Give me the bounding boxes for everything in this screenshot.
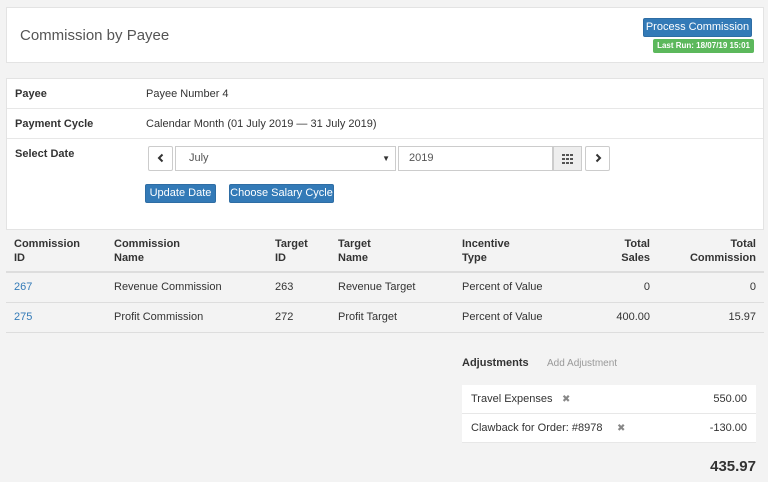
incentive-type: Percent of Value	[462, 311, 543, 323]
payment-cycle-label: Payment Cycle	[15, 118, 94, 130]
last-run-badge: Last Run: 18/07/19 15:01	[653, 39, 754, 53]
col-total-sales: Total Sales	[621, 238, 650, 264]
next-month-button[interactable]	[585, 146, 610, 171]
adjustment-name: Clawback for Order: #8978	[471, 422, 603, 434]
col-target-id: Target ID	[275, 238, 308, 264]
payment-cycle-value: Calendar Month (01 July 2019 — 31 July 2…	[146, 118, 377, 130]
adjustment-item: Clawback for Order: #8978 ✖ -130.00	[462, 414, 756, 443]
table-row: 267 Revenue Commission 263 Revenue Targe…	[6, 273, 764, 303]
chevron-down-icon: ▼	[382, 154, 390, 163]
col-total-commission: Total Commission	[689, 238, 756, 264]
payment-cycle-row: Payment Cycle Calendar Month (01 July 20…	[7, 108, 763, 138]
adjustment-name: Travel Expenses	[471, 393, 553, 405]
chevron-left-icon	[157, 153, 163, 163]
adjustment-item: Travel Expenses ✖ 550.00	[462, 385, 756, 414]
add-adjustment-link[interactable]: Add Adjustment	[547, 358, 617, 369]
adjustments-list: Travel Expenses ✖ 550.00 Clawback for Or…	[462, 385, 756, 443]
calendar-grid-icon	[562, 154, 573, 164]
adjustment-amount: -130.00	[709, 422, 747, 434]
commission-id-link[interactable]: 267	[14, 281, 32, 293]
incentive-type: Percent of Value	[462, 281, 543, 293]
adjustments-title: Adjustments	[462, 357, 529, 369]
grand-total: 435.97	[710, 458, 756, 475]
prev-month-button[interactable]	[148, 146, 173, 171]
year-input[interactable]: 2019	[398, 146, 553, 171]
col-target-name: Target Name	[338, 238, 371, 264]
month-select[interactable]: July ▼	[175, 146, 396, 171]
page-header: Commission by Payee Process Commission L…	[6, 7, 764, 63]
payee-value: Payee Number 4	[146, 88, 229, 100]
month-select-value: July	[189, 152, 209, 164]
select-date-label: Select Date	[15, 148, 75, 160]
col-commission-name: Commission Name	[114, 238, 181, 264]
col-incentive-type: Incentive Type	[462, 238, 510, 264]
payee-row: Payee Payee Number 4	[7, 79, 763, 109]
choose-salary-cycle-button[interactable]: Choose Salary Cycle	[229, 184, 334, 203]
process-commission-button[interactable]: Process Commission	[643, 18, 752, 37]
target-name: Revenue Target	[338, 281, 416, 293]
adjustment-amount: 550.00	[713, 393, 747, 405]
chevron-right-icon	[595, 153, 601, 163]
col-commission-id: Commission ID	[14, 238, 81, 264]
table-header: Commission ID Commission Name Target ID Tar…	[6, 230, 764, 273]
table-row: 275 Profit Commission 272 Profit Target …	[6, 303, 764, 333]
total-commission: 0	[749, 281, 756, 293]
remove-x-icon[interactable]: ✖	[617, 423, 625, 434]
target-name: Profit Target	[338, 311, 398, 323]
payee-label: Payee	[15, 88, 47, 100]
total-commission: 15.97	[728, 311, 756, 323]
page-title: Commission by Payee	[20, 27, 170, 44]
commission-name: Profit Commission	[114, 311, 204, 323]
total-sales: 0	[643, 281, 650, 293]
calendar-button[interactable]	[553, 146, 582, 171]
commission-id-link[interactable]: 275	[14, 311, 32, 323]
target-id: 263	[275, 281, 294, 293]
total-sales: 400.00	[616, 311, 650, 323]
details-panel: Payee Payee Number 4 Payment Cycle Calen…	[6, 78, 764, 230]
target-id: 272	[275, 311, 294, 323]
update-date-button[interactable]: Update Date	[145, 184, 216, 203]
commission-name: Revenue Commission	[114, 281, 222, 293]
remove-x-icon[interactable]: ✖	[562, 394, 570, 405]
